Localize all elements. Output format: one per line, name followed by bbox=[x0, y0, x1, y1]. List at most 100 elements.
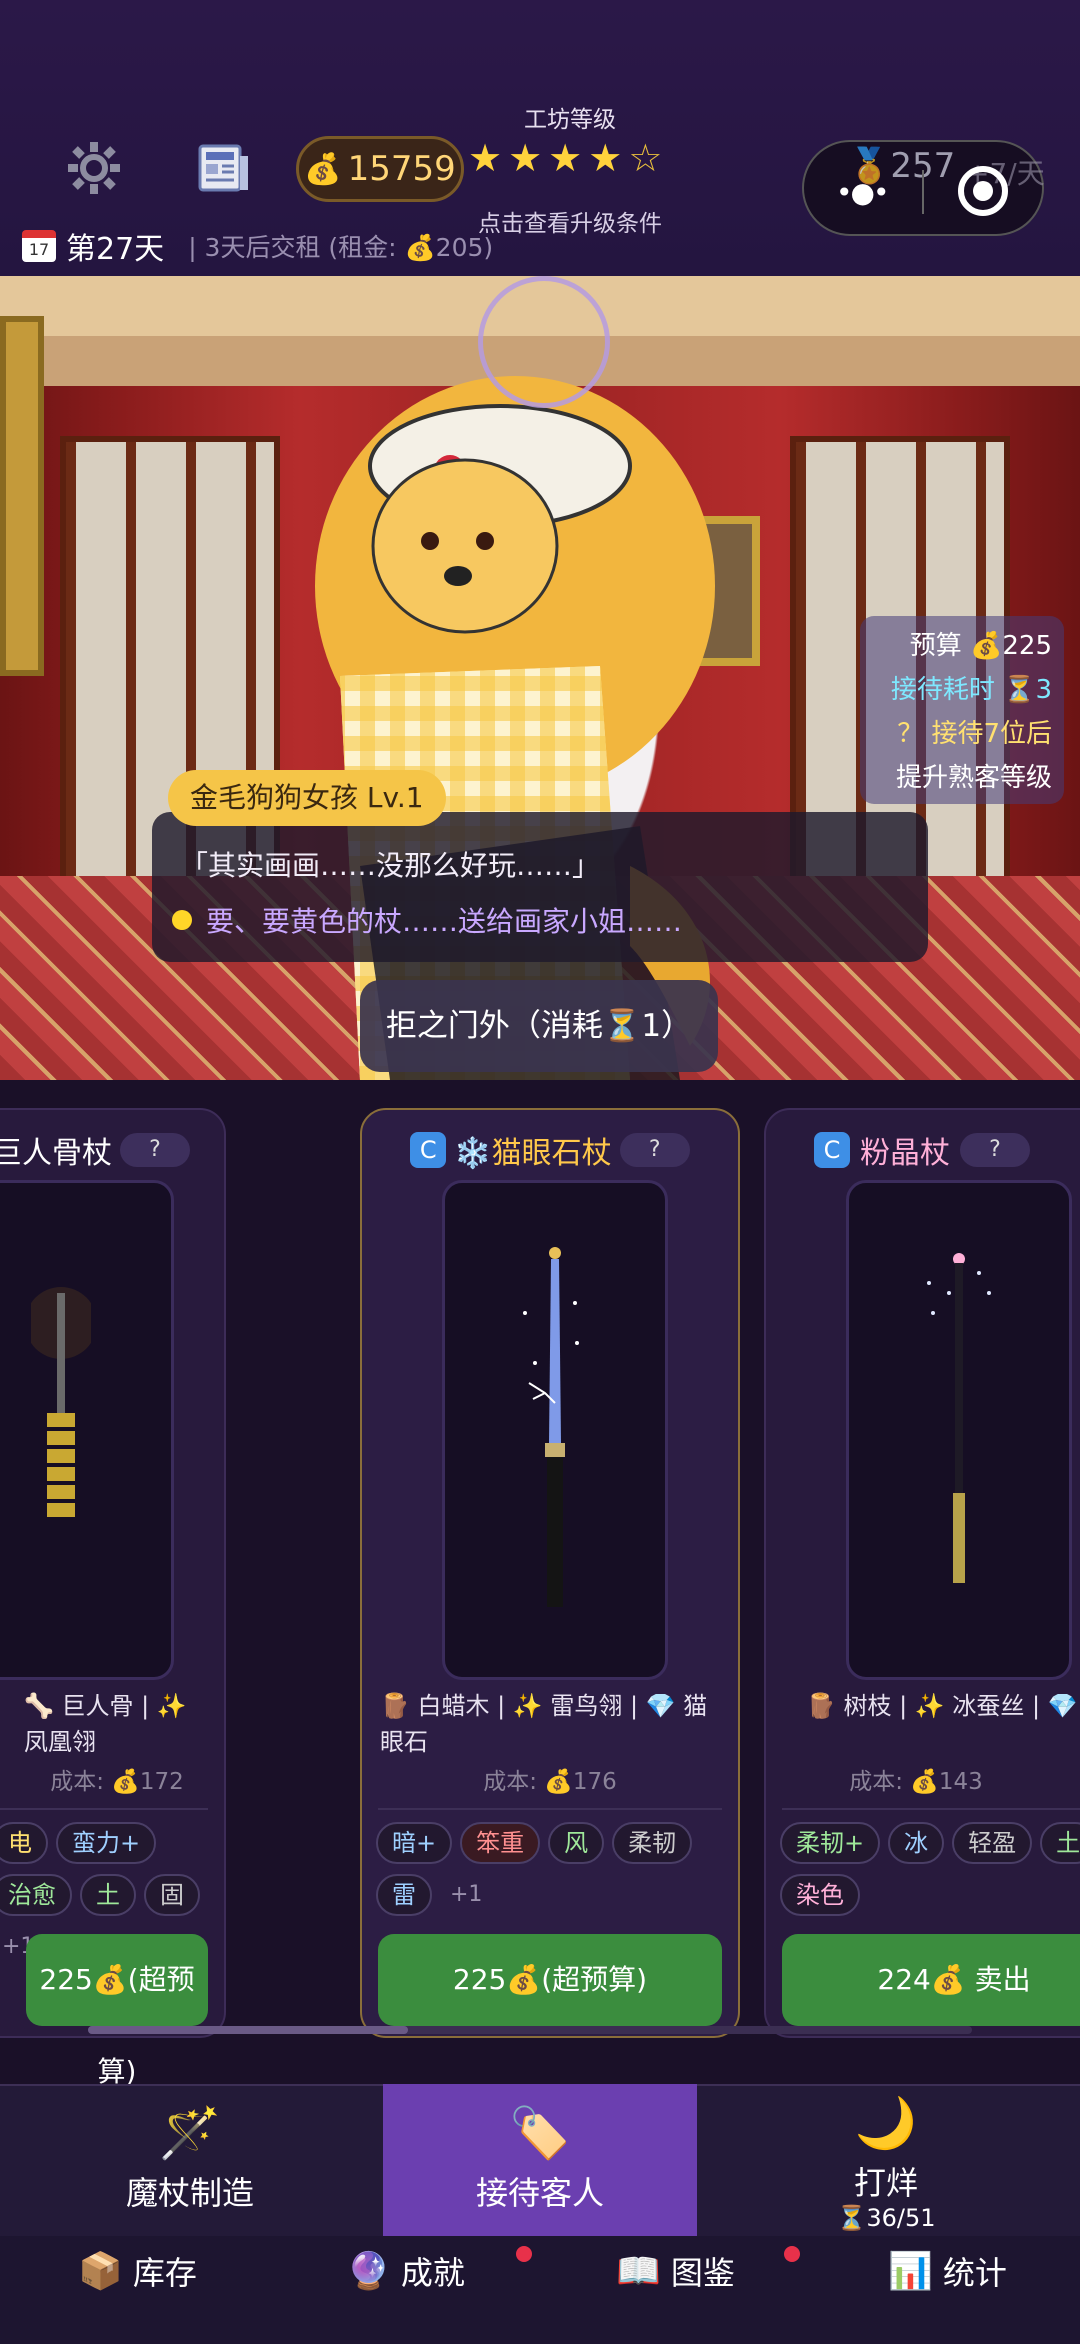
request-text: 要、要黄色的杖……送给画家小姐…… bbox=[206, 905, 683, 938]
notification-dot bbox=[516, 2246, 532, 2262]
nav-statistics[interactable]: 📊 统计 bbox=[888, 2248, 1007, 2294]
tab-receive-customers[interactable]: 🏷️ 接待客人 bbox=[383, 2084, 697, 2236]
wand-preview bbox=[442, 1180, 668, 1680]
coin-balance: 💰 15759 bbox=[296, 136, 464, 202]
nav-label: 库存 bbox=[132, 2254, 197, 2292]
trait-tag: 柔韧+ bbox=[780, 1822, 881, 1864]
customer-info-panel[interactable]: 预算 💰225 接待耗时 ⏳3 ？ 接待7位后 提升熟客等级 bbox=[860, 616, 1064, 804]
box-icon: 📦 bbox=[78, 2251, 123, 2292]
customer-request: 要、要黄色的杖……送给画家小姐…… bbox=[172, 900, 682, 940]
magic-wand-icon: 🪄 bbox=[158, 2104, 222, 2162]
cost-text: 成本: 💰176 bbox=[483, 1769, 617, 1795]
trait-tag: 冰 bbox=[888, 1822, 945, 1864]
card-title: C ❄️猫眼石杖 ? bbox=[362, 1128, 738, 1172]
card-title: B 巨人骨杖 ? bbox=[0, 1128, 224, 1172]
trait-tag: 固 bbox=[144, 1874, 200, 1916]
tab-close-shop[interactable]: 🌙 打烊 ⏳36/51 bbox=[736, 2084, 1036, 2236]
empty-star-icon: ☆ bbox=[628, 136, 663, 180]
nav-inventory[interactable]: 📦 库存 bbox=[78, 2248, 197, 2294]
cost-text: 成本: 💰172 bbox=[50, 1769, 184, 1795]
time-remaining: ⏳36/51 bbox=[836, 2204, 936, 2232]
star-icon: ★ bbox=[508, 136, 543, 180]
divider bbox=[378, 1808, 722, 1810]
trait-tag: 土 bbox=[80, 1874, 136, 1916]
customer-name-tag: 金毛狗狗女孩 Lv.1 bbox=[168, 770, 446, 826]
wand-preview bbox=[0, 1180, 174, 1680]
customer-quote: 「其实画画……没那么好玩……」 bbox=[180, 849, 601, 882]
level-up-text: 提升熟客等级 bbox=[895, 763, 1052, 793]
trait-tag: 轻盈 bbox=[952, 1822, 1033, 1864]
wait-time-text: 接待耗时 ⏳3 bbox=[890, 675, 1052, 705]
settings-gear-icon[interactable] bbox=[66, 140, 122, 196]
trait-tag: 电 bbox=[0, 1822, 48, 1864]
sell-button[interactable]: 225💰(超预算) bbox=[378, 1934, 722, 2026]
nav-label: 统计 bbox=[942, 2254, 1007, 2292]
workshop-level-title[interactable]: 工坊等级 bbox=[470, 100, 670, 134]
help-button[interactable]: ? bbox=[619, 1133, 690, 1167]
tab-wand-making[interactable]: 🪄 魔杖制造 bbox=[40, 2084, 340, 2236]
star-icon: ★ bbox=[548, 136, 583, 180]
trait-tag: 暗+ bbox=[376, 1822, 453, 1864]
cards-scrollbar-thumb[interactable] bbox=[88, 2026, 408, 2034]
help-button[interactable]: ? bbox=[120, 1133, 190, 1167]
app-root: { "header": { "coins": "15759", "worksho… bbox=[0, 0, 1080, 2344]
grade-badge: C bbox=[814, 1132, 850, 1168]
chandelier-highlight[interactable] bbox=[478, 276, 610, 408]
trait-tag: 土 bbox=[1040, 1822, 1080, 1864]
tab-label: 接待客人 bbox=[475, 2174, 604, 2212]
day-status-row: 17 第27天 | 3天后交租 (租金: 💰205) bbox=[22, 224, 493, 268]
nav-label: 图鉴 bbox=[670, 2254, 735, 2292]
moon-icon: 🌙 bbox=[854, 2094, 918, 2152]
cost-text: 成本: 💰143 bbox=[849, 1769, 983, 1795]
trait-tag: 治愈 bbox=[0, 1874, 72, 1916]
sell-button[interactable]: 224💰 卖出 bbox=[782, 1934, 1080, 2026]
trait-tag: 风 bbox=[548, 1822, 605, 1864]
trait-tag: 雷 bbox=[376, 1874, 432, 1916]
materials-text: 🪵 白蜡木 | ✨ 雷鸟翎 | 💎 猫眼石 bbox=[380, 1692, 708, 1756]
wand-name: ❄️猫眼石杖 bbox=[454, 1136, 612, 1171]
workshop-level-stars[interactable]: ★ ★ ★ ★ ☆ bbox=[468, 138, 662, 178]
materials-text: 🪵 树枝 | ✨ 冰蚕丝 | 💎 粉 bbox=[806, 1692, 1080, 1720]
notification-dot bbox=[784, 2246, 800, 2262]
nav-label: 成就 bbox=[400, 2254, 465, 2292]
trait-tags: 暗+ 笨重 风 柔韧 雷 +1 bbox=[376, 1822, 728, 1916]
book-icon: 📖 bbox=[616, 2251, 661, 2292]
nav-encyclopedia[interactable]: 📖 图鉴 bbox=[616, 2248, 735, 2294]
sell-button[interactable]: 225💰(超预算) bbox=[26, 1934, 208, 2088]
day-label: 第27天 bbox=[66, 232, 165, 267]
pink-crystal-staff-icon bbox=[927, 1253, 991, 1583]
price-tag-icon: 🏷️ bbox=[508, 2104, 572, 2162]
cats-eye-staff-icon bbox=[523, 1247, 579, 1607]
divider bbox=[782, 1808, 1080, 1810]
crystal-ball-icon: 🔮 bbox=[346, 2251, 391, 2292]
help-button[interactable]: ? bbox=[960, 1133, 1030, 1167]
wand-name: 巨人骨杖 bbox=[0, 1136, 112, 1171]
coin-amount: 15759 bbox=[347, 149, 456, 189]
budget-text: 预算 💰225 bbox=[909, 631, 1052, 661]
trait-tag: 柔韧 bbox=[612, 1822, 693, 1864]
wand-card[interactable]: B 巨人骨杖 ? 🦴 巨人骨 | ✨ 凤凰翎 成本: 💰172 电 蛮力+ 治愈… bbox=[0, 1108, 226, 2088]
more-options-icon[interactable]: •●• bbox=[836, 176, 889, 209]
trait-tag: 笨重 bbox=[460, 1822, 541, 1864]
money-bag-icon: 💰 bbox=[304, 151, 342, 187]
nav-achievements[interactable]: 🔮 成就 bbox=[346, 2248, 465, 2294]
trait-tag: 蛮力+ bbox=[56, 1822, 157, 1864]
card-title: C 粉晶杖 ? bbox=[766, 1128, 1080, 1172]
tab-label: 打烊 bbox=[853, 2164, 918, 2202]
reject-customer-button[interactable]: 拒之门外（消耗⏳1） bbox=[360, 980, 718, 1072]
close-target-icon[interactable] bbox=[958, 166, 1008, 216]
wand-card[interactable]: C 粉晶杖 ? 🪵 树枝 | ✨ 冰蚕丝 | 💎 粉 成本: 💰143 柔韧+ … bbox=[764, 1108, 1080, 2038]
newspaper-icon[interactable] bbox=[198, 142, 250, 194]
grade-badge: C bbox=[410, 1132, 447, 1168]
rent-info: | 3天后交租 (租金: 💰205) bbox=[188, 233, 494, 262]
divider bbox=[0, 1808, 208, 1810]
wand-preview bbox=[846, 1180, 1072, 1680]
star-icon: ★ bbox=[588, 136, 623, 180]
queue-text: ？ 接待7位后 bbox=[897, 719, 1052, 749]
tab-label: 魔杖制造 bbox=[125, 2174, 254, 2212]
chart-icon: 📊 bbox=[888, 2251, 933, 2292]
materials-text: 🦴 巨人骨 | ✨ 凤凰翎 bbox=[24, 1692, 187, 1756]
wand-card-selected[interactable]: C ❄️猫眼石杖 ? 🪵 白蜡木 | ✨ 雷鸟翎 | 💎 猫眼石 成本: 💰17… bbox=[360, 1108, 740, 2038]
star-icon: ★ bbox=[468, 136, 503, 180]
painting-left bbox=[0, 316, 44, 676]
